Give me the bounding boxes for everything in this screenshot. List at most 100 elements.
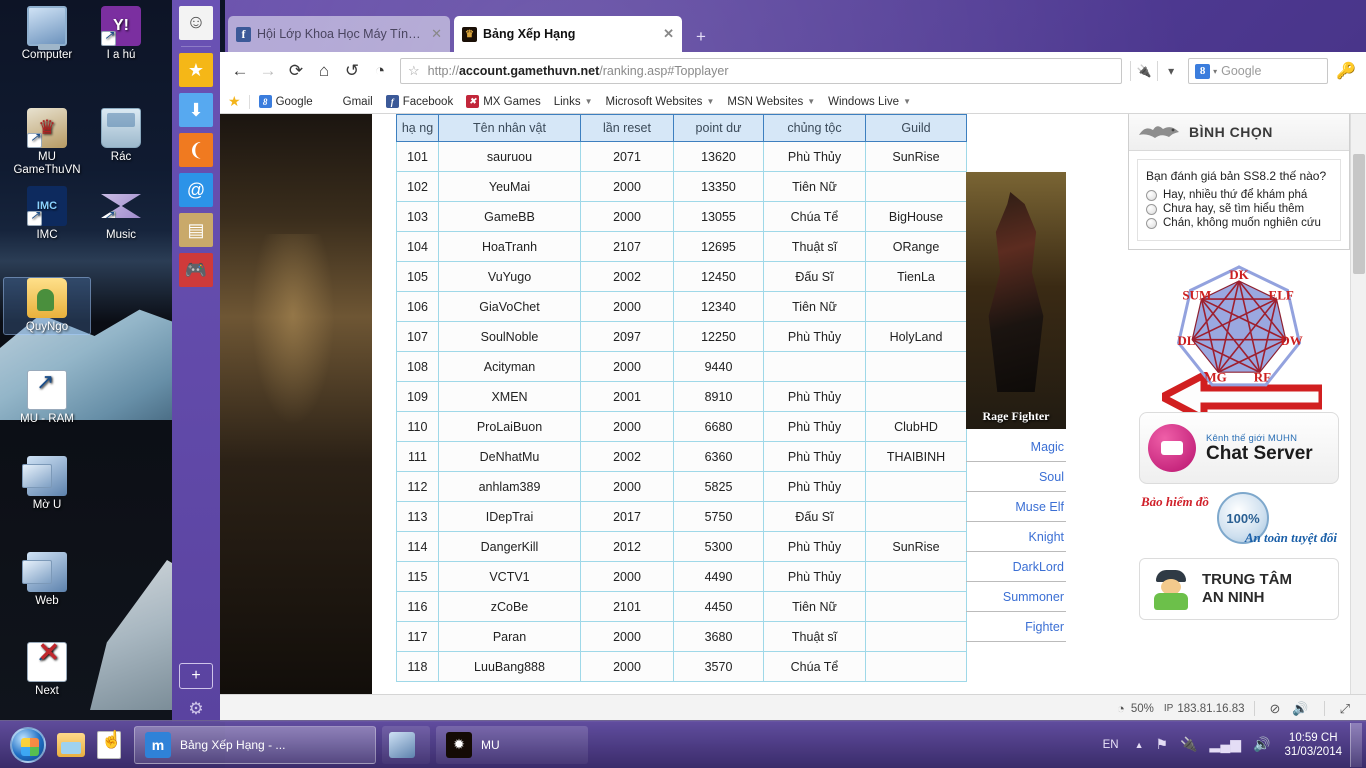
close-icon[interactable]: ✕ bbox=[663, 26, 674, 42]
taskbar-button-ranking[interactable]: m Bảng Xếp Hạng - ... bbox=[134, 725, 376, 764]
desktop-icon-yahoo[interactable]: I a hú bbox=[78, 6, 164, 62]
resize-icon[interactable]: ⤢ bbox=[1340, 701, 1350, 717]
table-row[interactable]: 110 ProLaiBuon 2000 6680 Phù Thủy ClubHD bbox=[396, 411, 967, 442]
bookmark-google[interactable]: 8 Google bbox=[258, 95, 313, 108]
history-icon[interactable]: ◔ bbox=[366, 57, 394, 85]
table-row[interactable]: 104 HoaTranh 2107 12695 Thuật sĩ ORange bbox=[396, 231, 967, 262]
class-list-item[interactable]: Summoner bbox=[966, 582, 1066, 612]
key-icon[interactable]: 🔑 bbox=[1336, 61, 1356, 81]
class-list-item[interactable]: Magic bbox=[966, 432, 1066, 462]
class-list-item[interactable]: DarkLord bbox=[966, 552, 1066, 582]
table-row[interactable]: 105 VuYugo 2002 12450 Đấu Sĩ TienLa bbox=[396, 261, 967, 292]
insurance-banner[interactable]: Bảo hiểm đồ 100% An toàn tuyệt đối bbox=[1139, 492, 1339, 550]
scrollbar-thumb[interactable] bbox=[1353, 154, 1365, 274]
table-row[interactable]: 112 anhlam389 2000 5825 Phù Thủy bbox=[396, 471, 967, 502]
radio-icon[interactable] bbox=[1146, 189, 1157, 201]
desktop-icon-mu-ram[interactable]: MU - RAM bbox=[4, 370, 90, 426]
smiley-icon[interactable]: ☺ bbox=[179, 6, 213, 40]
zoom-level[interactable]: 50% bbox=[1131, 703, 1154, 715]
table-row[interactable]: 101 sauruou 2071 13620 Phù Thủy SunRise bbox=[396, 141, 967, 172]
radio-icon[interactable] bbox=[1146, 203, 1157, 215]
desktop-icon-music[interactable]: Music bbox=[78, 186, 164, 242]
at-sign-icon[interactable]: @ bbox=[179, 173, 213, 207]
quicklaunch-explorer[interactable] bbox=[52, 725, 90, 765]
class-list-item[interactable]: Fighter bbox=[966, 612, 1066, 642]
chevron-down-icon[interactable]: ▾ bbox=[1160, 59, 1182, 83]
security-center-banner[interactable]: TRUNG TÂM AN NINH bbox=[1139, 558, 1339, 620]
bookmark-facebook[interactable]: f Facebook bbox=[385, 95, 453, 108]
class-list-item[interactable]: Knight bbox=[966, 522, 1066, 552]
download-icon[interactable]: ⬇ bbox=[179, 93, 213, 127]
close-icon[interactable]: ✕ bbox=[431, 26, 442, 42]
tab-ranking[interactable]: ♛ Bảng Xếp Hạng ✕ bbox=[454, 16, 682, 52]
taskbar-button-mu[interactable]: ✹ MU bbox=[436, 725, 588, 764]
page-vertical-scrollbar[interactable] bbox=[1350, 114, 1366, 694]
bookmarks-star-icon[interactable]: ★ bbox=[228, 93, 241, 110]
zoom-icon[interactable]: ◔ bbox=[1117, 701, 1125, 716]
network-icon[interactable]: ▂▄▆ bbox=[1210, 736, 1241, 753]
add-icon[interactable]: + bbox=[179, 663, 213, 689]
language-indicator[interactable]: EN bbox=[1103, 739, 1119, 751]
table-row[interactable]: 107 SoulNoble 2097 12250 Phù Thủy HolyLand bbox=[396, 321, 967, 352]
table-row[interactable]: 117 Paran 2000 3680 Thuật sĩ bbox=[396, 621, 967, 652]
new-tab-button[interactable]: + bbox=[690, 26, 712, 48]
flag-icon[interactable]: ⚑ bbox=[1156, 736, 1169, 753]
bookmark-mx-games[interactable]: ✖ MX Games bbox=[466, 95, 541, 108]
tab-facebook[interactable]: f Hội Lớp Khoa Học Máy Tính I-K7 ✕ bbox=[228, 16, 450, 52]
column-header-name[interactable]: Tên nhân vật bbox=[438, 114, 581, 142]
clock[interactable]: 10:59 CH 31/03/2014 bbox=[1284, 731, 1342, 759]
table-row[interactable]: 106 GiaVoChet 2000 12340 Tiên Nữ bbox=[396, 291, 967, 322]
quicklaunch-hand[interactable] bbox=[90, 725, 128, 765]
column-header-rank[interactable]: hạ ng bbox=[396, 114, 439, 142]
desktop-icon-recycle-bin[interactable]: Rác bbox=[78, 108, 164, 164]
chat-server-banner[interactable]: Kênh thế giới MUHN Chat Server bbox=[1139, 412, 1339, 484]
reload-icon[interactable]: ⟳ bbox=[282, 57, 310, 85]
search-input[interactable]: 8 ▾ Google bbox=[1188, 58, 1329, 84]
home-icon[interactable]: ⌂ bbox=[310, 57, 338, 85]
plug-icon[interactable]: 🔌 bbox=[1180, 736, 1197, 753]
bookmark-links[interactable]: Links ▼ bbox=[554, 96, 593, 108]
poll-option-2[interactable]: Chưa hay, sẽ tìm hiểu thêm bbox=[1146, 203, 1332, 215]
table-row[interactable]: 103 GameBB 2000 13055 Chúa Tể BigHouse bbox=[396, 201, 967, 232]
volume-icon[interactable]: 🔊 bbox=[1253, 736, 1270, 753]
plugin-icon[interactable]: 🔌 bbox=[1133, 59, 1155, 83]
table-row[interactable]: 118 LuuBang888 2000 3570 Chúa Tể bbox=[396, 651, 967, 682]
class-list-item[interactable]: Soul bbox=[966, 462, 1066, 492]
bookmark-windows-live[interactable]: Windows Live ▼ bbox=[828, 96, 911, 108]
column-header-point[interactable]: point dư bbox=[673, 114, 764, 142]
table-row[interactable]: 109 XMEN 2001 8910 Phù Thủy bbox=[396, 381, 967, 412]
favorites-star-icon[interactable]: ★ bbox=[179, 53, 213, 87]
radio-icon[interactable] bbox=[1146, 217, 1157, 229]
volume-icon[interactable]: 🔊 bbox=[1292, 701, 1308, 717]
chevron-up-icon[interactable]: ▲ bbox=[1135, 740, 1144, 750]
start-button[interactable] bbox=[4, 723, 52, 767]
desktop-icon-quyngo[interactable]: QuyNgo bbox=[3, 277, 91, 335]
undo-icon[interactable]: ↺ bbox=[338, 57, 366, 85]
bookmark-microsoft-websites[interactable]: Microsoft Websites ▼ bbox=[606, 96, 715, 108]
block-icon[interactable]: ⊘ bbox=[1270, 701, 1281, 717]
poll-option-1[interactable]: Hay, nhiều thứ để khám phá bbox=[1146, 189, 1332, 201]
table-row[interactable]: 116 zCoBe 2101 4450 Tiên Nữ bbox=[396, 591, 967, 622]
rss-icon[interactable]: ❨ bbox=[179, 133, 213, 167]
table-row[interactable]: 113 IDepTrai 2017 5750 Đấu Sĩ bbox=[396, 501, 967, 532]
table-row[interactable]: 115 VCTV1 2000 4490 Phù Thủy bbox=[396, 561, 967, 592]
table-row[interactable]: 111 DeNhatMu 2002 6360 Phù Thủy THAIBINH bbox=[396, 441, 967, 472]
desktop-icon-next[interactable]: Next bbox=[4, 637, 90, 698]
bookmark-gmail[interactable]: M Gmail bbox=[325, 95, 373, 108]
column-header-guild[interactable]: Guild bbox=[865, 114, 967, 142]
show-desktop-button[interactable] bbox=[1350, 722, 1362, 767]
chevron-down-icon[interactable]: ▾ bbox=[1213, 67, 1217, 76]
column-header-race[interactable]: chủng tộc bbox=[763, 114, 866, 142]
table-row[interactable]: 114 DangerKill 2012 5300 Phù Thủy SunRise bbox=[396, 531, 967, 562]
class-list-item[interactable]: Muse Elf bbox=[966, 492, 1066, 522]
bookmark-star-icon[interactable]: ☆ bbox=[408, 63, 420, 79]
gear-icon[interactable]: ⚙ bbox=[179, 698, 213, 720]
poll-option-3[interactable]: Chán, không muốn nghiên cứu bbox=[1146, 217, 1332, 229]
desktop-icon-web[interactable]: Web bbox=[4, 552, 90, 608]
bookmark-msn-websites[interactable]: MSN Websites ▼ bbox=[727, 96, 815, 108]
column-header-reset[interactable]: lần reset bbox=[580, 114, 674, 142]
forward-icon[interactable]: → bbox=[254, 57, 282, 85]
table-row[interactable]: 102 YeuMai 2000 13350 Tiên Nữ bbox=[396, 171, 967, 202]
gamepad-icon[interactable]: 🎮 bbox=[179, 253, 213, 287]
address-bar[interactable]: ☆ http://account.gamethuvn.net/ranking.a… bbox=[400, 58, 1123, 84]
